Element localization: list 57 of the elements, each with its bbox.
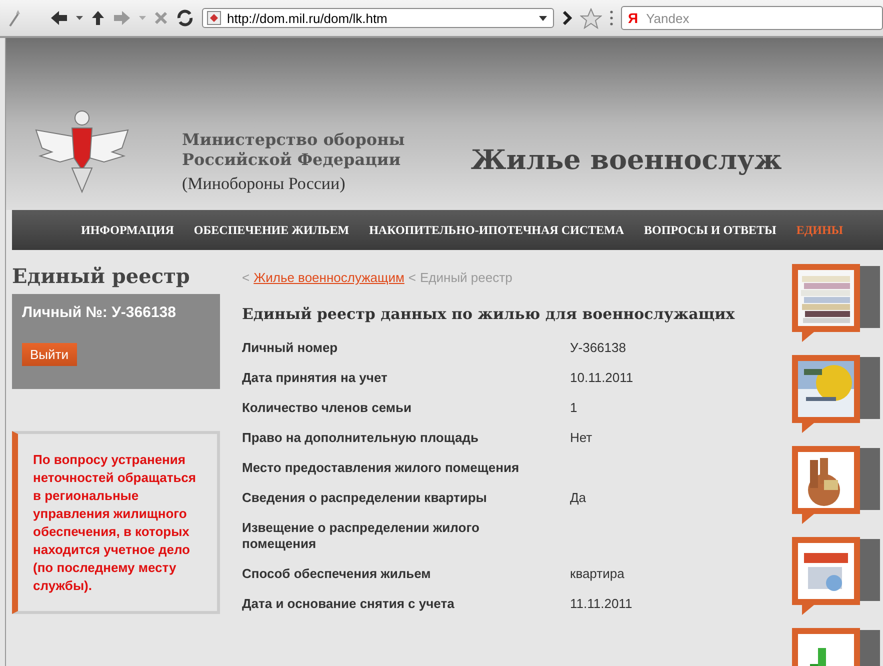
notice-text: По вопросу устранения неточностей обращаться в региональные управления жилищного обеспечения, в которых находится учетное дело (по последнему месту службы). — [33, 451, 197, 595]
tile-panel — [860, 357, 880, 419]
speech-tail-icon — [802, 332, 814, 342]
tile-frame[interactable] — [792, 446, 860, 514]
tile-panel — [860, 539, 880, 601]
nav-item[interactable]: ОБЕСПЕЧЕНИЕ ЖИЛЬЕМ — [194, 222, 350, 238]
tile-frame[interactable] — [792, 537, 860, 605]
tile-panel — [860, 448, 880, 510]
field-label: Количество членов семьи — [242, 400, 413, 416]
field-label: Дата и основание снятия с учета — [242, 596, 456, 612]
field-value: У-366138 — [570, 340, 626, 356]
field-label: Дата принятия на учет — [242, 370, 388, 386]
field-value: 11.11.2011 — [570, 596, 632, 612]
search-logo: Я — [628, 10, 638, 26]
speech-tail-icon — [802, 514, 814, 524]
field-value: Да — [570, 490, 586, 506]
nav-item[interactable]: ВОПРОСЫ И ОТВЕТЫ — [644, 222, 776, 238]
back-icon[interactable] — [50, 10, 68, 26]
field-label: Место предоставления жилого помещения — [242, 460, 520, 476]
favicon-icon — [207, 11, 221, 25]
field-label: Право на дополнительную площадь — [242, 430, 480, 446]
site-title: Жилье военнослуж — [470, 145, 782, 176]
speech-tail-icon — [802, 605, 814, 615]
page-heading: Единый реестр данных по жилью для военнослужащих — [242, 305, 736, 323]
breadcrumb-separator: < — [408, 270, 416, 285]
field-label: Личный номер — [242, 340, 339, 356]
field-label: Извещение о распределении жилого помещения — [242, 520, 480, 552]
wand-icon[interactable] — [8, 9, 22, 27]
search-field[interactable]: Я Yandex — [621, 6, 883, 30]
personal-number: Личный №: У-366138 — [22, 304, 177, 321]
grip-icon[interactable] — [610, 10, 613, 26]
field-label: Сведения о распределении квартиры — [242, 490, 488, 506]
caret-icon[interactable] — [76, 16, 83, 20]
ministry-name: Российской Федерации — [182, 150, 402, 170]
refresh-icon[interactable] — [176, 9, 194, 27]
logout-button[interactable]: Выйти — [22, 343, 76, 366]
speech-tail-icon — [802, 423, 814, 433]
breadcrumb-current: Единый реестр — [420, 270, 512, 285]
tile-frame[interactable] — [792, 264, 860, 332]
tile-panel — [860, 266, 880, 328]
dropdown-caret-icon[interactable] — [539, 16, 547, 20]
breadcrumb-separator: < — [242, 270, 250, 285]
field-value: квартира — [570, 566, 624, 582]
sidebar-title: Единый реестр — [12, 264, 191, 288]
field-value: 10.11.2011 — [570, 370, 634, 386]
tile-frame[interactable] — [792, 355, 860, 423]
field-label: Способ обеспечения жильем — [242, 566, 432, 582]
ministry-name: Министерство обороны — [182, 130, 405, 150]
field-value: 1 — [570, 400, 578, 416]
up-arrow-icon[interactable] — [91, 10, 105, 26]
star-icon[interactable] — [580, 8, 602, 28]
nav-item[interactable]: НАКОПИТЕЛЬНО-ИПОТЕЧНАЯ СИСТЕМА — [369, 222, 624, 238]
nav-item[interactable]: ИНФОРМАЦИЯ — [81, 222, 174, 238]
search-input[interactable]: Yandex — [644, 10, 798, 26]
field-value: Нет — [570, 430, 592, 446]
ministry-short-name: (Минобороны России) — [182, 174, 346, 194]
address-bar[interactable]: http://dom.mil.ru/dom/lk.htm — [202, 8, 554, 28]
